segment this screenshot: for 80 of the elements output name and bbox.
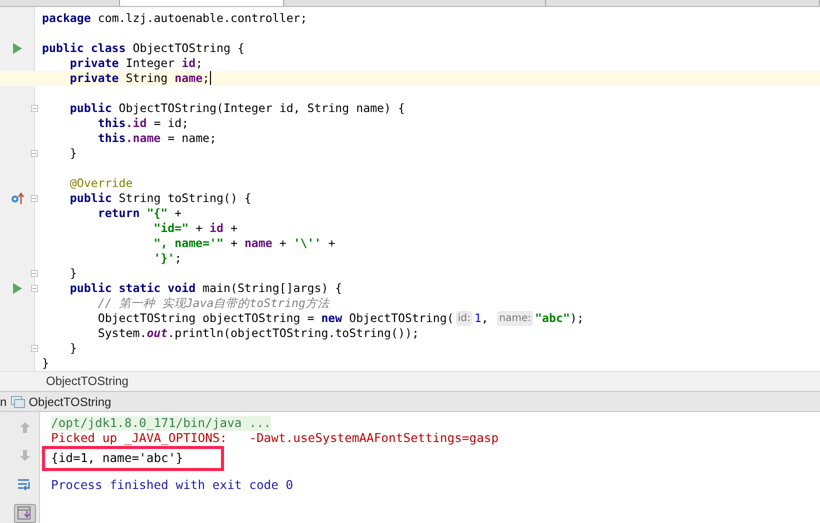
code-token: name (244, 236, 272, 251)
code-token: + (194, 220, 204, 236)
code-token: .println(objectTOString.toString()); (168, 326, 419, 341)
console-line: {id=1, name='abc'} (51, 450, 184, 465)
console-line: Process finished with exit code 0 (51, 478, 294, 492)
code-token: @Override (68, 176, 133, 191)
code-token: ; (196, 56, 203, 71)
code-token: package (42, 10, 91, 26)
code-token: private (68, 70, 119, 86)
code-token: System. (96, 326, 147, 341)
code-token: } (42, 356, 49, 371)
run-icon[interactable] (13, 282, 22, 294)
code-token: public class (42, 40, 126, 56)
code-token: "abc" (535, 310, 570, 326)
parameter-hint: id: (456, 310, 472, 326)
code-token: ObjectTOString { (132, 40, 244, 56)
code-token: new (321, 310, 342, 326)
text-caret (210, 71, 212, 86)
fold-marker-icon[interactable] (31, 268, 38, 278)
console-line: /opt/jdk1.8.0_171/bin/java ... (51, 416, 272, 430)
code-token: + (327, 236, 336, 251)
wrap-icon (17, 478, 32, 492)
fold-marker-icon[interactable] (31, 104, 38, 113)
code-token: + (229, 220, 238, 236)
code-token: + (278, 236, 288, 251)
fold-marker-icon[interactable] (31, 344, 38, 353)
scroll-to-end-icon (17, 506, 32, 520)
override-icon[interactable] (11, 192, 24, 204)
code-token: + (174, 206, 182, 221)
code-token: return (96, 206, 141, 221)
code-token: ; (202, 70, 210, 86)
code-token: Integer (124, 56, 176, 71)
console-line: Picked up _JAVA_OPTIONS: -Dawt.useSystemAAFontSettings=gasp (51, 430, 499, 445)
code-token: this (96, 130, 126, 146)
fold-marker-icon[interactable] (31, 194, 38, 203)
code-comment: // 第一种 实现Java自带的toString方法 (96, 296, 330, 311)
code-token: } (68, 146, 77, 161)
code-token: private (68, 56, 119, 71)
run-config-tab[interactable]: ObjectTOString (28, 392, 112, 411)
breadcrumb-item[interactable]: ObjectTOString (46, 372, 128, 390)
code-token: name (174, 70, 203, 86)
code-token: this (96, 116, 126, 131)
panel-title: n (0, 394, 7, 411)
code-token: ObjectTOString objectTOString = (96, 310, 316, 326)
code-token: '}' (152, 250, 175, 266)
code-token: 1 (474, 310, 482, 326)
code-token: , (481, 310, 490, 326)
code-token: = id; (152, 116, 189, 131)
code-token: main(String[]args) { (202, 280, 342, 296)
code-token: public (68, 190, 112, 206)
up-arrow-icon (18, 420, 30, 434)
code-token: public static void (68, 280, 196, 296)
code-token: ObjectTOString(Integer id, String name) { (118, 100, 405, 116)
fold-marker-icon[interactable] (31, 284, 38, 293)
code-token: id (182, 56, 196, 71)
code-token: "id=" (152, 220, 189, 236)
code-token: } (68, 340, 77, 356)
code-token: = name; (166, 130, 217, 146)
down-arrow-icon (18, 449, 30, 462)
code-token: "{" (146, 206, 168, 221)
window-icon (10, 396, 25, 408)
code-token: .id (126, 116, 147, 131)
code-token: + (229, 236, 238, 251)
code-token: } (68, 266, 77, 281)
code-token: ", name='" (152, 236, 224, 251)
code-token: String toString() { (118, 190, 252, 206)
code-token: String (124, 70, 169, 86)
code-token: out (146, 326, 168, 341)
code-token: com.lzj.autoenable.controller; (96, 10, 308, 26)
code-token: '\'' (293, 236, 322, 251)
code-token: ; (174, 250, 182, 266)
code-token: id (210, 220, 224, 236)
code-token: .name (126, 130, 161, 146)
run-icon[interactable] (13, 42, 22, 54)
parameter-hint: name: (497, 310, 534, 326)
fold-marker-icon[interactable] (31, 148, 38, 158)
code-token: ); (570, 310, 584, 326)
code-token: public (68, 100, 112, 116)
code-token: ObjectTOString( (348, 310, 454, 326)
toolbar-button[interactable] (14, 504, 36, 523)
